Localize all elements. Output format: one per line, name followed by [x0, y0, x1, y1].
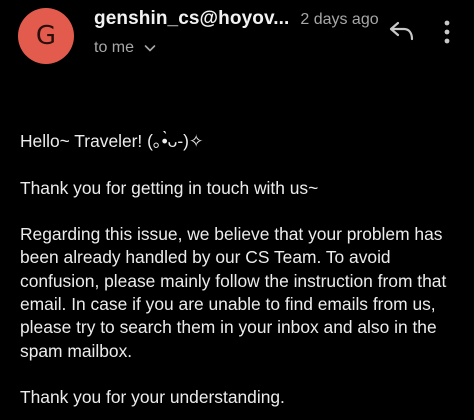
more-vert-icon[interactable]: [440, 18, 454, 48]
sender-avatar[interactable]: G: [18, 8, 74, 64]
email-view: G genshin_cs@hoyov... 2 days ago to me H…: [0, 0, 474, 420]
sender-row: genshin_cs@hoyov... 2 days ago: [94, 8, 394, 32]
sender-name[interactable]: genshin_cs@hoyov...: [94, 8, 289, 30]
body-paragraph: Regarding this issue, we believe that yo…: [20, 224, 447, 361]
chevron-down-icon: [144, 45, 156, 52]
greeting-line: Hello~ Traveler! (｡•̀ᴗ-)✧: [20, 131, 204, 151]
thanks-line: Thank you for getting in touch with us~: [20, 177, 319, 198]
received-time: 2 days ago: [300, 11, 379, 28]
closing-line: Thank you for your understanding.: [20, 387, 285, 408]
reply-icon[interactable]: [388, 20, 416, 44]
recipient-details-toggle[interactable]: to me: [94, 38, 156, 58]
recipient-label: to me: [94, 39, 135, 56]
avatar-letter: G: [35, 21, 57, 51]
message-body: Hello~ Traveler! (｡•̀ᴗ-)✧ Thank you for …: [20, 130, 470, 410]
